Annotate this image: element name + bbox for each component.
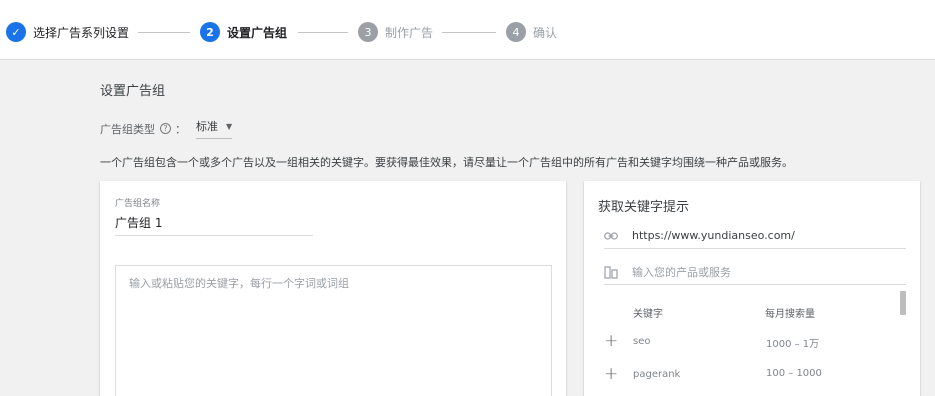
keyword-volume: 1000 – 1万 [766, 339, 820, 350]
step-connector [442, 32, 496, 33]
ad-group-name-input[interactable]: 广告组 1 [115, 214, 313, 236]
keyword-term: pagerank [633, 369, 681, 380]
link-icon [604, 229, 618, 243]
step-number: 4 [506, 22, 526, 42]
column-header-volume: 每月搜索量 [765, 309, 815, 320]
step-confirm[interactable]: 4 确认 [506, 22, 557, 42]
keyword-ideas-title: 获取关键字提示 [598, 200, 690, 215]
help-icon[interactable]: ? [160, 123, 171, 134]
product-service-input[interactable]: 输入您的产品或服务 [604, 259, 906, 285]
keyword-term: seo [633, 336, 651, 347]
step-number: 3 [358, 22, 378, 42]
page-title: 设置广告组 [100, 84, 166, 99]
add-keyword-icon[interactable]: + [604, 364, 618, 384]
step-ad-group[interactable]: 2 设置广告组 [200, 22, 287, 42]
add-keyword-icon[interactable]: + [604, 331, 618, 351]
landing-page-url-field[interactable]: https://www.yundianseo.com/ [604, 223, 906, 249]
step-connector [298, 32, 348, 33]
ad-group-card: 广告组名称 广告组 1 输入或粘贴您的关键字，每行一个字词或词组 [100, 181, 566, 396]
keywords-placeholder: 输入或粘贴您的关键字，每行一个字词或词组 [129, 277, 349, 290]
ad-group-type-row: 广告组类型 ? ： 标准 ▼ [100, 118, 233, 139]
store-icon [604, 265, 618, 279]
ad-group-description: 一个广告组包含一个或多个广告以及一组相关的关键字。要获得最佳效果，请尽量让一个广… [100, 156, 793, 169]
column-header-keyword: 关键字 [633, 309, 663, 320]
keyword-row: + pagerank 100 – 1000 [604, 364, 884, 384]
keyword-row: + seo 1000 – 1万 [604, 331, 884, 351]
scrollbar[interactable] [900, 291, 906, 315]
ad-group-name-label: 广告组名称 [115, 199, 161, 209]
keyword-ideas-card: 获取关键字提示 https://www.yundianseo.com/ 输入您的… [584, 181, 920, 396]
ad-group-type-dropdown[interactable]: 标准 ▼ [196, 118, 233, 139]
caret-down-icon: ▼ [226, 121, 233, 131]
ad-group-type-value: 标准 [196, 120, 218, 133]
step-number: 2 [200, 22, 220, 42]
keywords-textarea[interactable]: 输入或粘贴您的关键字，每行一个字词或词组 [115, 265, 552, 396]
step-label: 制作广告 [385, 25, 434, 40]
check-icon: ✓ [6, 22, 26, 42]
step-label: 设置广告组 [227, 25, 288, 40]
keyword-volume: 100 – 1000 [766, 368, 822, 379]
product-service-placeholder: 输入您的产品或服务 [632, 265, 731, 279]
step-label: 选择广告系列设置 [33, 25, 130, 40]
type-colon: ： [175, 122, 186, 136]
landing-page-url: https://www.yundianseo.com/ [632, 229, 795, 242]
ad-group-type-label: 广告组类型 [100, 122, 155, 136]
step-connector [138, 32, 190, 33]
step-create-ad[interactable]: 3 制作广告 [358, 22, 433, 42]
stepper: ✓ 选择广告系列设置 2 设置广告组 3 制作广告 4 确认 [0, 0, 935, 60]
step-label: 确认 [533, 25, 558, 40]
step-campaign-settings[interactable]: ✓ 选择广告系列设置 [6, 22, 129, 42]
